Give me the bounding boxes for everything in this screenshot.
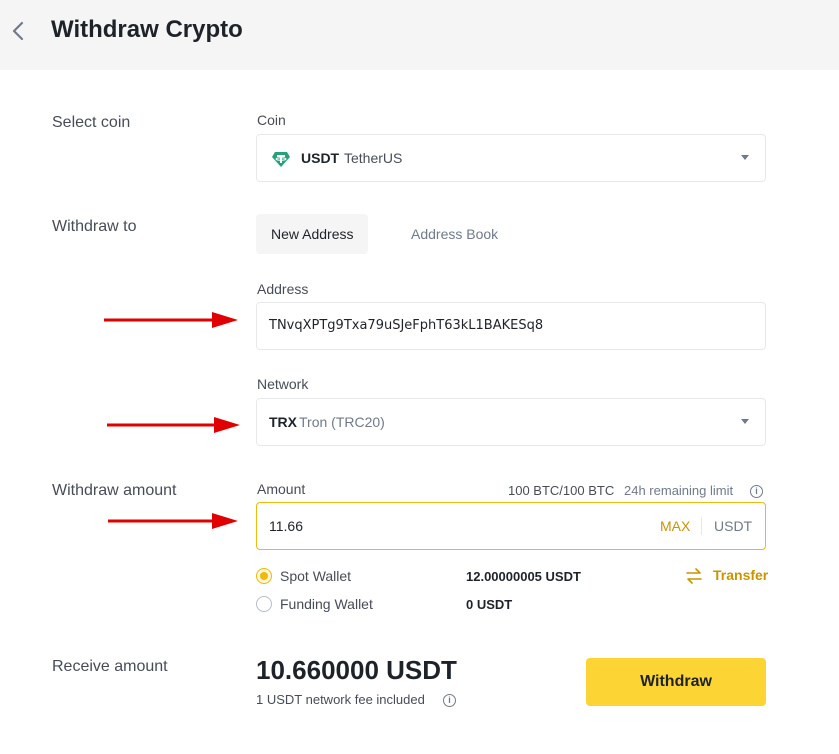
- transfer-arrows-icon: [686, 568, 702, 584]
- info-icon[interactable]: i: [750, 485, 763, 498]
- withdraw-amount-label: Withdraw amount: [52, 482, 177, 499]
- annotation-arrow-icon: [108, 513, 238, 529]
- funding-wallet-balance: 0 USDT: [466, 597, 513, 612]
- address-value: TNvqXPTg9Txa79uSJeFphT63kL1BAKESq8: [269, 318, 544, 333]
- coin-name: TetherUS: [344, 150, 403, 166]
- divider: [701, 517, 702, 535]
- address-field-label: Address: [257, 281, 309, 297]
- tether-icon: [272, 152, 290, 167]
- withdraw-to-label: Withdraw to: [52, 218, 137, 235]
- annotation-arrow-icon: [104, 312, 238, 328]
- network-symbol: TRX: [269, 414, 297, 430]
- funding-wallet-radio[interactable]: [256, 596, 272, 612]
- network-field-label: Network: [257, 376, 309, 392]
- receive-amount-label: Receive amount: [52, 658, 168, 675]
- limit-value: 100 BTC/100 BTC: [508, 483, 615, 498]
- limit-text: 24h remaining limit: [624, 483, 734, 498]
- fee-info-icon[interactable]: i: [443, 694, 456, 707]
- tab-new-address[interactable]: New Address: [256, 214, 369, 254]
- transfer-label: Transfer: [713, 567, 769, 583]
- amount-field-label: Amount: [257, 481, 306, 497]
- spot-wallet-radio[interactable]: [256, 568, 272, 584]
- page-title: Withdraw Crypto: [51, 16, 243, 43]
- select-coin-label: Select coin: [52, 114, 131, 131]
- amount-input[interactable]: 11.66 MAX USDT: [256, 502, 766, 550]
- page-header: Withdraw Crypto: [0, 0, 839, 70]
- amount-unit: USDT: [714, 518, 753, 534]
- max-button[interactable]: MAX: [660, 518, 690, 534]
- coin-select[interactable]: USDT TetherUS: [256, 134, 766, 182]
- spot-wallet-balance: 12.00000005 USDT: [466, 569, 581, 584]
- receive-amount-value: 10.660000 USDT: [256, 655, 457, 685]
- coin-symbol: USDT: [301, 150, 340, 166]
- withdraw-button[interactable]: Withdraw: [586, 658, 766, 706]
- dropdown-caret-icon: [741, 419, 749, 424]
- back-arrow-icon[interactable]: [8, 18, 30, 44]
- tab-address-book[interactable]: Address Book: [396, 214, 513, 254]
- network-select[interactable]: TRX Tron (TRC20): [256, 398, 766, 446]
- spot-wallet-label: Spot Wallet: [280, 568, 352, 584]
- amount-value: 11.66: [269, 518, 303, 534]
- fee-note: 1 USDT network fee included: [256, 692, 425, 707]
- coin-field-label: Coin: [257, 112, 286, 128]
- fee-note-text: 1 USDT network fee included: [256, 692, 425, 707]
- funding-wallet-label: Funding Wallet: [280, 596, 373, 612]
- dropdown-caret-icon: [741, 155, 749, 160]
- network-name: Tron (TRC20): [299, 414, 385, 430]
- address-input[interactable]: TNvqXPTg9Txa79uSJeFphT63kL1BAKESq8: [256, 302, 766, 350]
- annotation-arrow-icon: [107, 417, 240, 433]
